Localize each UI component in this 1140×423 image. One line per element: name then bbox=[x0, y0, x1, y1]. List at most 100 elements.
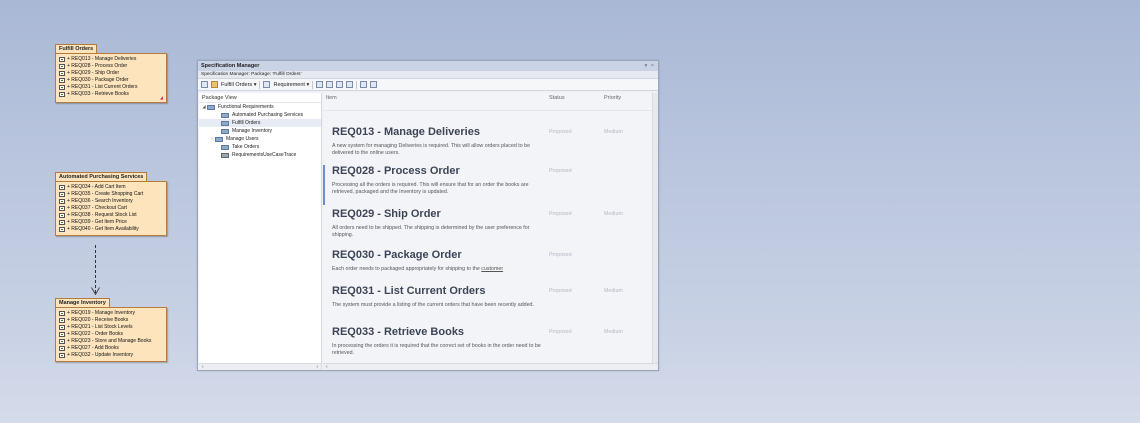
record-title[interactable]: REQ030 - Package Order bbox=[323, 249, 648, 262]
requirement-record[interactable]: REQ013 - Manage Deliveries A new system … bbox=[323, 126, 648, 157]
requirement-item[interactable]: + REQ031 - List Current Orders bbox=[59, 84, 163, 91]
requirement-item[interactable]: + REQ028 - Process Order bbox=[59, 63, 163, 70]
record-title[interactable]: REQ029 - Ship Order bbox=[323, 208, 648, 221]
requirement-record[interactable]: REQ029 - Ship Order All orders need to b… bbox=[323, 208, 648, 239]
package-body: + REQ019 - Manage Inventory + REQ020 - R… bbox=[55, 307, 167, 362]
requirement-item[interactable]: + REQ029 - Ship Order bbox=[59, 70, 163, 77]
requirement-item[interactable]: + REQ036 - Search Inventory bbox=[59, 198, 163, 205]
scroll-right-icon[interactable]: › bbox=[316, 364, 318, 370]
record-priority[interactable]: Medium bbox=[604, 288, 623, 294]
requirement-item[interactable]: + REQ022 - Order Books bbox=[59, 331, 163, 338]
record-status[interactable]: Proposed bbox=[549, 329, 572, 335]
resize-marker-icon[interactable]: ◢ bbox=[160, 95, 163, 100]
specification-manager-window[interactable]: Specification Manager ▾ × Specification … bbox=[197, 60, 659, 371]
requirement-item[interactable]: + REQ013 - Manage Deliveries bbox=[59, 56, 163, 63]
horizontal-scrollbar[interactable]: ‹ bbox=[323, 363, 658, 370]
package-title: Automated Purchasing Services bbox=[55, 172, 148, 181]
requirement-item[interactable]: + REQ020 - Receive Books bbox=[59, 317, 163, 324]
tree-item[interactable]: › Manage Users bbox=[199, 135, 321, 143]
diagram-canvas[interactable]: Fulfill Orders + REQ013 - Manage Deliver… bbox=[0, 0, 1140, 423]
record-title[interactable]: REQ031 - List Current Orders bbox=[323, 285, 648, 298]
record-title[interactable]: REQ033 - Retrieve Books bbox=[323, 326, 648, 339]
column-header-status[interactable]: Status bbox=[549, 95, 565, 101]
tree-item[interactable]: Manage Inventory bbox=[199, 127, 321, 135]
record-description[interactable]: The system must provide a listing of the… bbox=[323, 302, 543, 309]
record-status[interactable]: Proposed bbox=[549, 211, 572, 217]
record-status[interactable]: Proposed bbox=[549, 288, 572, 294]
requirement-item[interactable]: + REQ030 - Package Order bbox=[59, 77, 163, 84]
record-description[interactable]: In processing the orders it is required … bbox=[323, 343, 543, 357]
requirement-item[interactable]: + REQ040 - Get Item Availability bbox=[59, 226, 163, 233]
requirement-icon bbox=[59, 332, 65, 337]
record-priority[interactable]: Medium bbox=[604, 211, 623, 217]
hierarchy-icon[interactable] bbox=[326, 81, 334, 88]
record-title[interactable]: REQ013 - Manage Deliveries bbox=[323, 126, 648, 139]
requirement-item[interactable]: + REQ032 - Update Inventory bbox=[59, 352, 163, 359]
record-status[interactable]: Proposed bbox=[549, 129, 572, 135]
package-fulfill-orders[interactable]: Fulfill Orders + REQ013 - Manage Deliver… bbox=[55, 44, 167, 103]
tree-item[interactable]: RequirementsUseCaseTrace bbox=[199, 151, 321, 159]
folder-icon bbox=[221, 112, 229, 118]
specification-pane[interactable]: Item Status Priority REQ013 - Manage Del… bbox=[323, 93, 658, 370]
requirement-record-selected[interactable]: REQ028 - Process Order Processing all th… bbox=[323, 165, 648, 205]
new-element-icon[interactable] bbox=[316, 81, 324, 88]
requirement-item[interactable]: + REQ019 - Manage Inventory bbox=[59, 310, 163, 317]
document-icon[interactable] bbox=[336, 81, 344, 88]
requirement-icon bbox=[59, 199, 65, 204]
record-description[interactable]: Processing all the orders is required. T… bbox=[323, 182, 543, 196]
requirement-item[interactable]: + REQ034 - Add Cart Item bbox=[59, 184, 163, 191]
requirement-item[interactable]: + REQ037 - Checkout Cart bbox=[59, 205, 163, 212]
requirement-item[interactable]: + REQ035 - Create Shopping Cart bbox=[59, 191, 163, 198]
requirement-item[interactable]: + REQ033 - Retrieve Books bbox=[59, 91, 163, 98]
requirement-icon bbox=[59, 311, 65, 316]
requirement-item[interactable]: + REQ021 - List Stock Levels bbox=[59, 324, 163, 331]
package-title: Manage Inventory bbox=[55, 298, 110, 307]
requirement-record[interactable]: REQ033 - Retrieve Books In processing th… bbox=[323, 326, 648, 357]
window-title-bar[interactable]: Specification Manager ▾ × bbox=[198, 61, 658, 71]
tree-item[interactable]: Automated Purchasing Services bbox=[199, 111, 321, 119]
record-description[interactable]: Each order needs to packaged appropriate… bbox=[323, 266, 543, 273]
requirement-icon bbox=[59, 185, 65, 190]
record-status[interactable]: Proposed bbox=[549, 252, 572, 258]
folder-icon bbox=[207, 104, 215, 110]
requirement-item[interactable]: + REQ038 - Request Stock List bbox=[59, 212, 163, 219]
column-header-priority[interactable]: Priority bbox=[604, 95, 621, 101]
diagram-icon bbox=[221, 152, 229, 158]
package-selector[interactable]: Fulfill Orders ▾ bbox=[221, 82, 256, 88]
help-icon[interactable] bbox=[370, 81, 378, 88]
horizontal-scrollbar[interactable]: ‹ › bbox=[199, 363, 321, 370]
column-header-item[interactable]: Item bbox=[326, 95, 337, 101]
requirement-record[interactable]: REQ031 - List Current Orders The system … bbox=[323, 285, 648, 309]
package-view-pane[interactable]: Package View ◢ Functional Requirements Au… bbox=[199, 93, 322, 370]
record-description[interactable]: All orders need to be shipped. The shipp… bbox=[323, 225, 543, 239]
tree-item[interactable]: ◢ Functional Requirements bbox=[199, 103, 321, 111]
package-manage-inventory[interactable]: Manage Inventory + REQ019 - Manage Inven… bbox=[55, 298, 167, 362]
record-title[interactable]: REQ028 - Process Order bbox=[323, 165, 648, 178]
requirement-item[interactable]: + REQ023 - Store and Manage Books bbox=[59, 338, 163, 345]
customer-link[interactable]: customer bbox=[481, 266, 503, 272]
folder-icon bbox=[221, 128, 229, 134]
record-priority[interactable]: Medium bbox=[604, 129, 623, 135]
requirement-icon bbox=[59, 71, 65, 76]
requirement-item[interactable]: + REQ039 - Get Item Price bbox=[59, 219, 163, 226]
window-controls[interactable]: ▾ × bbox=[644, 62, 655, 70]
requirement-record[interactable]: REQ030 - Package Order Each order needs … bbox=[323, 249, 648, 273]
tree-item[interactable]: Take Orders bbox=[199, 143, 321, 151]
requirement-icon bbox=[59, 206, 65, 211]
record-description[interactable]: A new system for managing Deliveries is … bbox=[323, 143, 543, 157]
dependency-connector[interactable] bbox=[95, 245, 96, 293]
record-status[interactable]: Proposed bbox=[549, 168, 572, 174]
record-priority[interactable]: Medium bbox=[604, 329, 623, 335]
scroll-left-icon[interactable]: ‹ bbox=[202, 364, 204, 370]
scroll-left-icon[interactable]: ‹ bbox=[326, 364, 328, 370]
edit-icon[interactable] bbox=[346, 81, 354, 88]
vertical-scrollbar[interactable] bbox=[652, 93, 658, 363]
list-icon[interactable] bbox=[360, 81, 368, 88]
package-view-header: Package View bbox=[199, 93, 321, 103]
requirement-item[interactable]: + REQ027 - Add Books bbox=[59, 345, 163, 352]
package-title: Fulfill Orders bbox=[55, 44, 98, 53]
view-toggle-icon[interactable] bbox=[201, 81, 208, 88]
tree-item-selected[interactable]: Fulfill Orders bbox=[199, 119, 321, 127]
type-selector[interactable]: Requirement ▾ bbox=[273, 82, 309, 88]
package-automated-purchasing-services[interactable]: Automated Purchasing Services + REQ034 -… bbox=[55, 172, 167, 236]
